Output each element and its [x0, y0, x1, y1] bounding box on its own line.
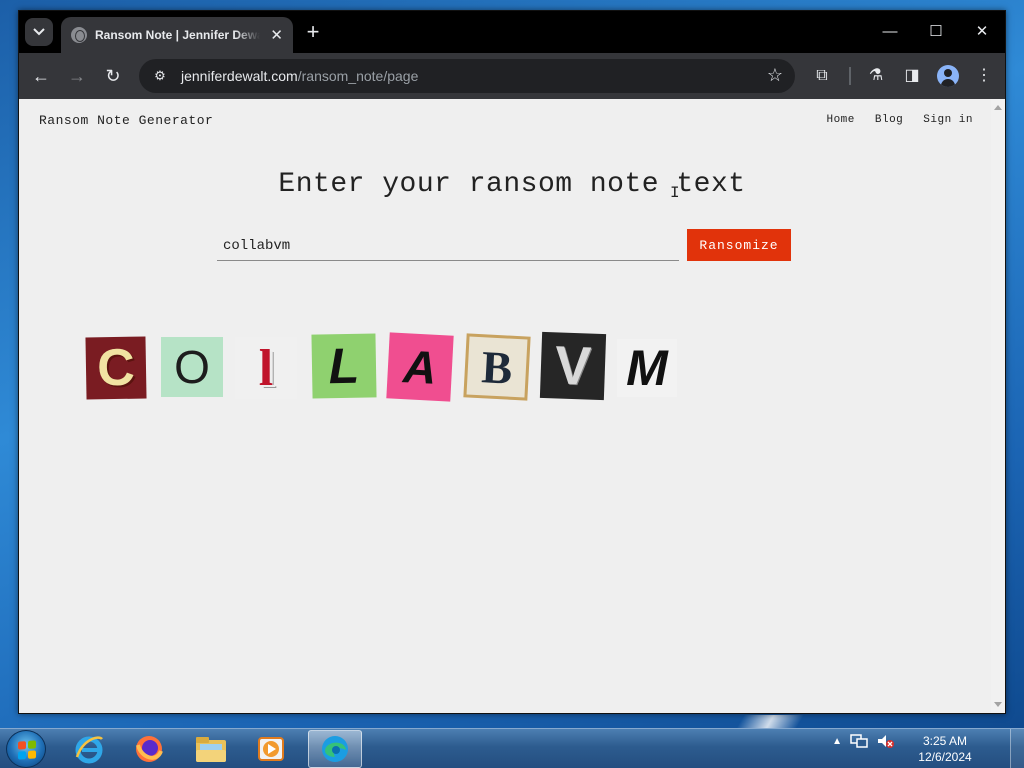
ransom-letter: A — [386, 332, 454, 402]
new-tab-button[interactable]: + — [301, 20, 325, 44]
windows-logo-icon — [18, 740, 36, 760]
text-cursor-icon: I — [670, 184, 680, 202]
volume-muted-icon[interactable] — [876, 733, 894, 749]
top-nav: Home Blog Sign in — [826, 114, 973, 126]
page-heading: Enter your ransom note text — [278, 169, 746, 200]
tab-strip: Ransom Note | Jennifer Dewalt ✕ + — ☐ ✕ — [19, 11, 1005, 53]
start-button[interactable] — [6, 730, 46, 768]
close-window-button[interactable]: ✕ — [959, 11, 1005, 51]
brand-title[interactable]: Ransom Note Generator — [39, 113, 213, 128]
window-controls: — ☐ ✕ — [867, 11, 1005, 51]
nav-home[interactable]: Home — [826, 114, 854, 126]
toolbar-divider — [849, 67, 851, 85]
media-player-icon — [258, 737, 284, 761]
letter-glyph: O — [174, 341, 210, 393]
letter-glyph: L — [328, 337, 360, 395]
site-info-icon[interactable]: ⚙ — [151, 67, 169, 85]
network-icon[interactable] — [850, 733, 868, 749]
page-scrollbar[interactable] — [991, 99, 1005, 713]
nav-blog[interactable]: Blog — [875, 114, 903, 126]
maximize-button[interactable]: ☐ — [913, 11, 959, 51]
url-text[interactable]: jenniferdewalt.com/ransom_note/page — [181, 68, 418, 84]
internet-explorer-icon — [75, 736, 103, 764]
taskbar: ▲ 3:25 AM 12/6/2024 — [0, 728, 1024, 768]
back-button[interactable]: ← — [29, 64, 53, 88]
edge-icon — [322, 736, 348, 762]
letter-glyph: V — [553, 335, 593, 397]
clock-time: 3:25 AM — [922, 734, 968, 748]
firefox-icon — [136, 736, 163, 762]
labs-flask-icon[interactable]: ⚗ — [865, 65, 887, 87]
reload-button[interactable]: ↻ — [101, 64, 125, 88]
show-desktop-button[interactable] — [1010, 729, 1024, 768]
profile-avatar[interactable] — [937, 65, 959, 87]
ransomize-button[interactable]: Ransomize — [687, 229, 791, 261]
letter-glyph: A — [402, 340, 438, 394]
side-panel-icon[interactable]: ◨ — [901, 65, 923, 87]
taskbar-file-explorer[interactable] — [184, 730, 238, 768]
taskbar-internet-explorer[interactable] — [62, 730, 116, 768]
desktop-glint — [735, 715, 805, 729]
ransom-letter: M — [617, 339, 677, 397]
ransom-letter: O — [161, 337, 223, 397]
url-path: /ransom_note/page — [297, 68, 419, 84]
ransom-letter: L — [311, 333, 377, 399]
globe-icon — [71, 27, 87, 43]
ransom-letter: B — [463, 333, 531, 401]
address-bar[interactable]: ⚙ jenniferdewalt.com/ransom_note/page ☆ — [139, 59, 795, 93]
letter-glyph: C — [96, 338, 136, 398]
browser-window: Ransom Note | Jennifer Dewalt ✕ + — ☐ ✕ … — [18, 10, 1006, 714]
tab-title: Ransom Note | Jennifer Dewalt — [95, 28, 261, 42]
menu-dots-icon[interactable]: ⋮ — [973, 65, 995, 87]
close-icon[interactable]: ✕ — [270, 26, 283, 44]
ransom-letter: V — [539, 331, 607, 401]
forward-button[interactable]: → — [65, 64, 89, 88]
browser-toolbar: ← → ↻ ⚙ jenniferdewalt.com/ransom_note/p… — [19, 53, 1005, 99]
letter-glyph: B — [480, 340, 514, 394]
system-tray: ▲ — [832, 733, 894, 749]
ransom-text-input[interactable] — [217, 231, 679, 261]
page-content: Ransom Note Generator Home Blog Sign in … — [19, 99, 1005, 713]
bookmark-star-icon[interactable]: ☆ — [767, 65, 783, 86]
tab-active[interactable]: Ransom Note | Jennifer Dewalt ✕ — [61, 17, 293, 53]
chevron-down-icon — [33, 28, 45, 36]
taskbar-firefox[interactable] — [122, 730, 176, 768]
clock-date: 12/6/2024 — [918, 750, 972, 764]
clock[interactable]: 3:25 AM 12/6/2024 — [910, 733, 980, 765]
url-domain: jenniferdewalt.com — [181, 68, 298, 84]
extensions-icon[interactable]: ⧉ — [811, 65, 833, 87]
ransom-letter: l — [235, 337, 297, 399]
folder-icon — [196, 737, 226, 762]
minimize-button[interactable]: — — [867, 11, 913, 51]
scroll-down-arrow[interactable] — [994, 702, 1002, 707]
ransom-letter: C — [85, 336, 147, 400]
tab-search-button[interactable] — [25, 18, 53, 46]
letter-glyph: l — [258, 339, 274, 397]
tray-expand-icon[interactable]: ▲ — [832, 736, 842, 747]
scroll-up-arrow[interactable] — [994, 105, 1002, 110]
taskbar-media-player[interactable] — [244, 730, 298, 768]
letter-glyph: M — [626, 340, 668, 396]
taskbar-edge[interactable] — [308, 730, 362, 768]
nav-sign-in[interactable]: Sign in — [923, 114, 973, 126]
